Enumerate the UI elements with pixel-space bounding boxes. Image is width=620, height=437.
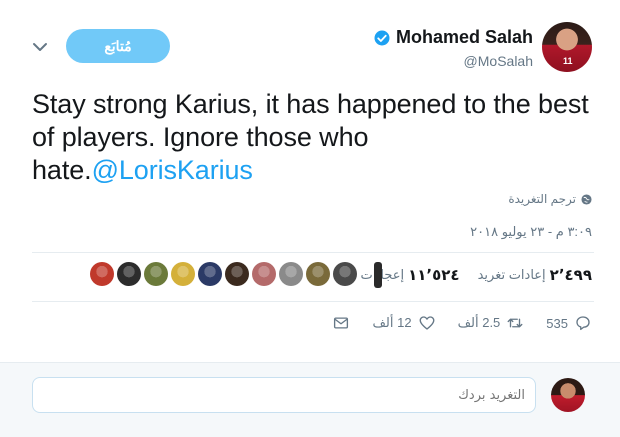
author-display-name[interactable]: Mohamed Salah (396, 27, 533, 48)
tweet-timestamp[interactable]: ٣:٠٩ م - ٢٣ يوليو ٢٠١٨ (470, 224, 592, 240)
like-count[interactable]: ١١٬٥٢٤ (408, 266, 459, 284)
author-handle[interactable]: @MoSalah (464, 53, 533, 69)
like-action-count: 12 ألف (372, 315, 412, 330)
reply-input[interactable] (32, 377, 536, 413)
verified-badge-icon (374, 30, 390, 45)
globe-icon (581, 193, 592, 205)
liker-avatar[interactable] (90, 262, 114, 286)
divider (32, 301, 594, 302)
retweet-icon (507, 318, 523, 328)
divider (32, 252, 594, 253)
tweet-stats: ٢٬٤٩٩ إعادات تغريد ١١٬٥٢٤ إعجابات (361, 266, 592, 284)
liker-avatar[interactable] (333, 262, 357, 286)
liker-avatar[interactable] (171, 262, 195, 286)
envelope-icon (334, 317, 349, 329)
chevron-down-icon[interactable] (30, 37, 50, 57)
translate-label[interactable]: ترجم التغريدة (508, 192, 576, 206)
like-button[interactable]: 12 ألف (372, 314, 435, 332)
retweet-action-count: 2.5 ألف (457, 315, 501, 330)
liker-avatar[interactable] (306, 262, 330, 286)
author-name-row[interactable]: Mohamed Salah (373, 27, 533, 48)
reply-icon (576, 316, 590, 331)
liker-avatar[interactable] (198, 262, 222, 286)
liker-avatars (90, 262, 382, 288)
liker-avatar[interactable] (144, 262, 168, 286)
retweet-count-label[interactable]: إعادات تغريد (478, 267, 546, 283)
heart-icon (419, 316, 434, 330)
reply-count: 535 (546, 315, 568, 331)
reply-button[interactable]: 535 (546, 314, 592, 332)
following-button[interactable]: مُتابَع (66, 29, 170, 63)
liker-avatar[interactable] (374, 262, 382, 288)
direct-message-button[interactable] (332, 314, 350, 332)
liker-avatar[interactable] (225, 262, 249, 286)
author-avatar[interactable]: 11 (542, 22, 592, 72)
liker-avatar[interactable] (279, 262, 303, 286)
liker-avatar[interactable] (117, 262, 141, 286)
retweet-count[interactable]: ٢٬٤٩٩ (550, 266, 592, 284)
liker-avatar[interactable] (252, 262, 276, 286)
tweet-text: Stay strong Karius, it has happened to t… (32, 88, 592, 187)
translate-tweet-link[interactable]: ترجم التغريدة (508, 192, 592, 206)
mention-link[interactable]: @LorisKarius (92, 155, 253, 185)
retweet-button[interactable]: 2.5 ألف (458, 314, 525, 332)
avatar-jersey-number: 11 (563, 56, 573, 66)
current-user-avatar[interactable] (551, 378, 585, 412)
tweet-actions: 535 2.5 ألف 12 ألف (310, 314, 592, 332)
